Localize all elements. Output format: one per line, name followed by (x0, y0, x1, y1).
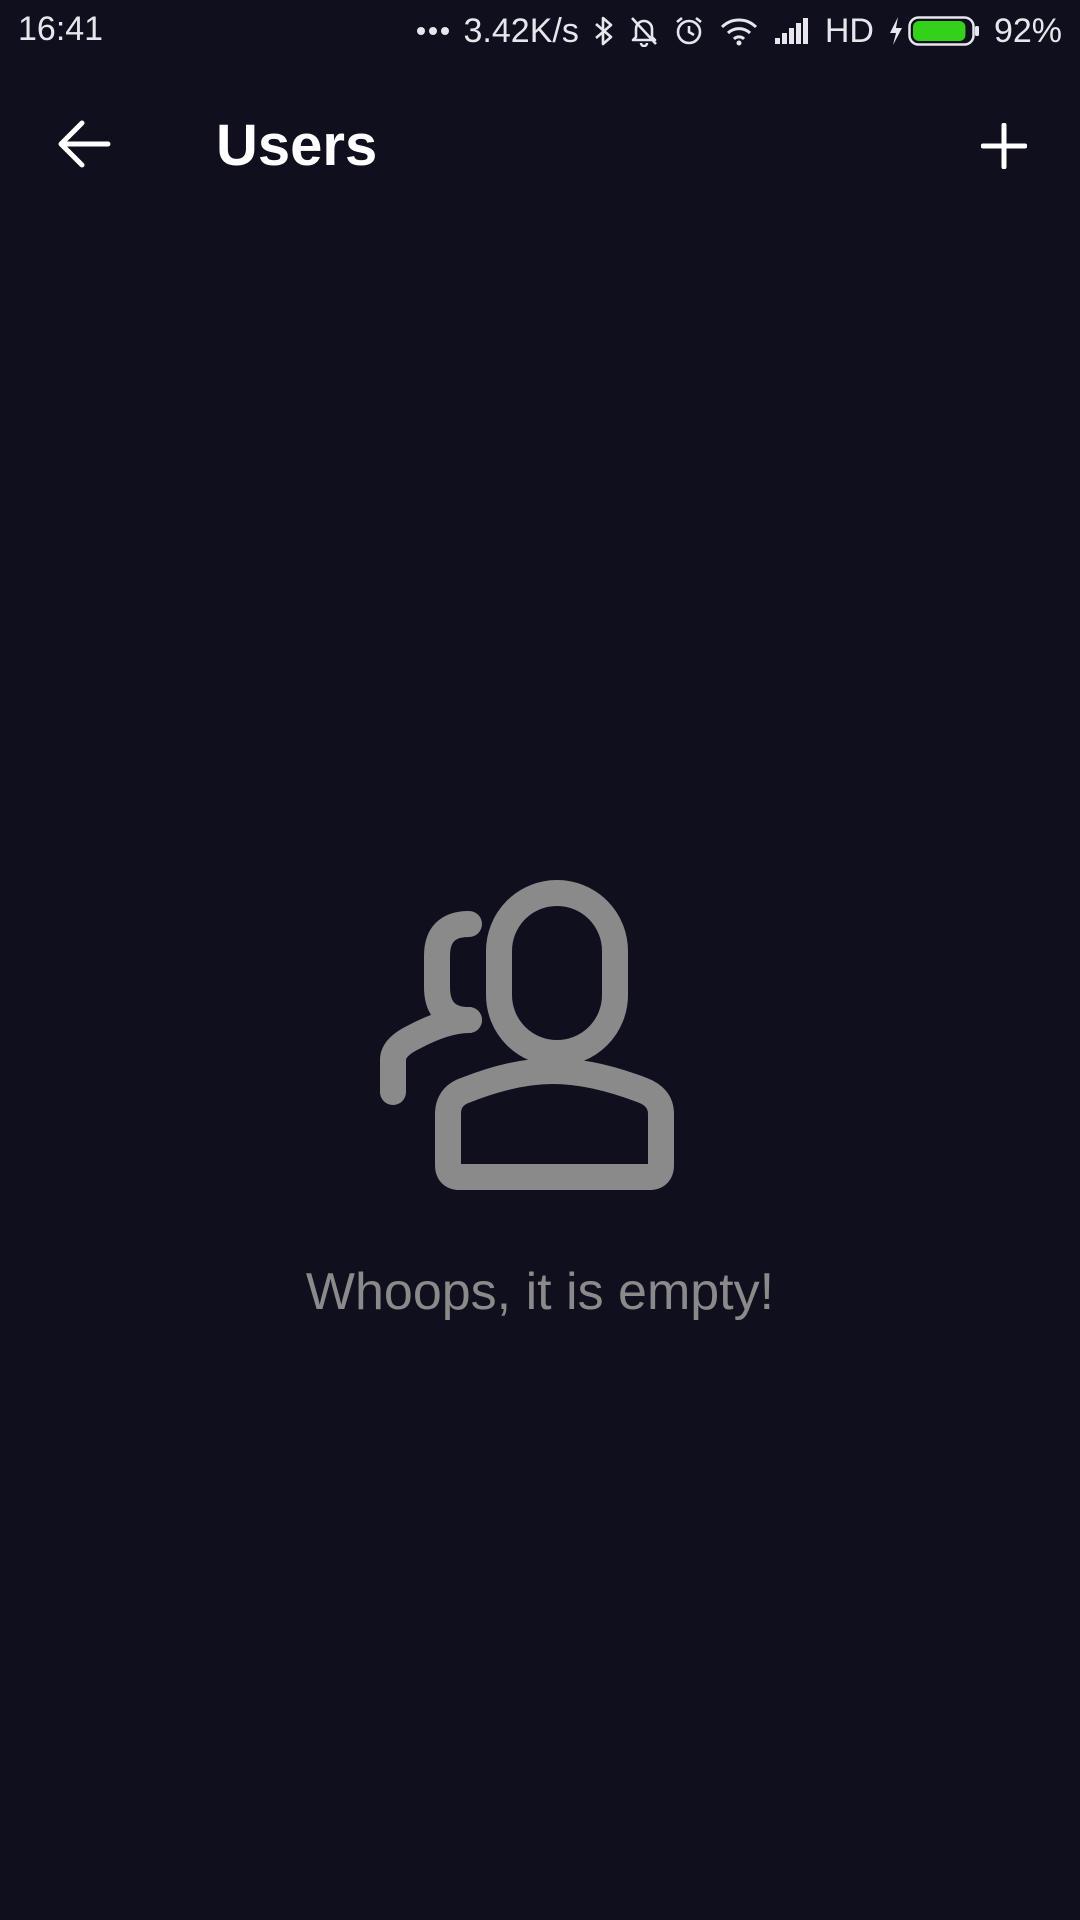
back-button[interactable] (40, 110, 128, 182)
battery-percent: 92% (993, 12, 1062, 50)
plus-icon (980, 122, 1028, 174)
bell-off-icon (629, 15, 659, 47)
arrow-left-icon (56, 119, 112, 174)
signal-icon (773, 16, 811, 46)
status-time: 16:41 (18, 10, 104, 48)
bluetooth-icon (593, 15, 615, 47)
battery-icon (908, 16, 980, 46)
users-icon (0, 880, 1080, 1210)
battery (888, 16, 980, 46)
add-button[interactable] (962, 106, 1046, 190)
status-icons: 3.42K/s HD 92% (416, 8, 1062, 54)
page-title: Users (216, 113, 378, 178)
app-bar: Users (0, 62, 1080, 230)
battery-fill (912, 21, 966, 41)
more-dots-icon (416, 25, 450, 37)
network-speed: 3.42K/s (463, 12, 579, 50)
empty-state: Whoops, it is empty! (0, 880, 1080, 1322)
wifi-icon (719, 16, 759, 46)
empty-message: Whoops, it is empty! (305, 1263, 775, 1321)
alarm-icon (673, 15, 705, 47)
charging-icon (888, 16, 904, 46)
status-bar: 16:41 3.42K/s HD 92% (0, 0, 1080, 62)
network-type: HD (824, 12, 874, 50)
